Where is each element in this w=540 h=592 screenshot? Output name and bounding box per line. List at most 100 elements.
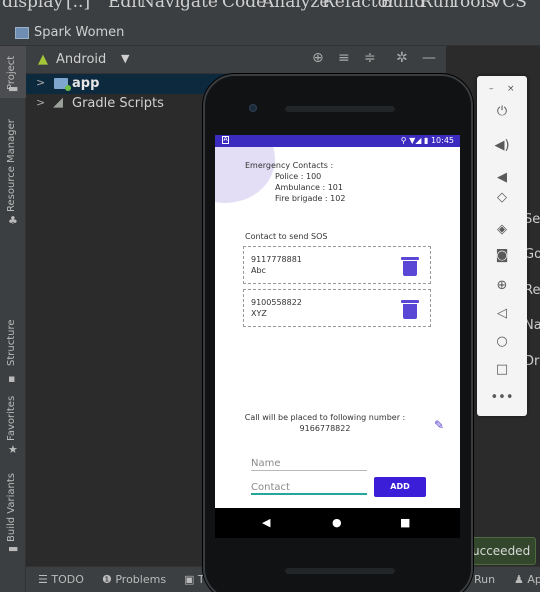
sos-section-title: Contact to send SOS	[245, 232, 328, 241]
chevron-down-icon[interactable]: ▼	[121, 52, 129, 65]
emergency-title: Emergency Contacts :	[245, 161, 334, 170]
chevron-right-icon[interactable]: >	[36, 96, 45, 109]
trash-icon[interactable]	[401, 300, 419, 319]
expand-all-icon[interactable]: ≡	[338, 50, 350, 66]
menu-item[interactable]: Tools	[450, 0, 495, 12]
build-icon: ▬	[8, 542, 19, 555]
overview-icon[interactable]: ■	[400, 516, 410, 529]
app-label: Ap	[527, 573, 540, 586]
contact-card: 9117778881 Abc	[243, 246, 431, 284]
terminal-tab[interactable]: ▣ T	[184, 573, 205, 586]
app-screen: A ⚲ ▼◢ ▮ 10:45 Emergency Contacts : Poli…	[215, 135, 460, 538]
problems-label: Problems	[115, 573, 167, 586]
zoom-icon[interactable]: ⊕	[477, 278, 527, 293]
tab-resource-manager[interactable]: Resource Manager ♣	[0, 116, 26, 227]
build-toast: ucceeded	[468, 537, 536, 565]
menu-item[interactable]: [..]	[66, 0, 90, 12]
project-panel-toolbar: ▲ Android ▼ ⊕ ≡ ≑ ✲ —	[26, 46, 446, 74]
locate-icon[interactable]: ⊕	[312, 50, 324, 66]
back-icon[interactable]: ◀	[262, 516, 270, 529]
pencil-icon[interactable]: ✎	[434, 418, 444, 432]
contact-input[interactable]	[251, 479, 367, 495]
menu-item[interactable]: Code	[222, 0, 266, 12]
menu-item[interactable]: Analyze	[262, 0, 329, 12]
home-icon[interactable]: ●	[332, 516, 342, 529]
back-icon[interactable]: ◁	[477, 306, 527, 321]
contact-card: 9100558822 XYZ	[243, 289, 431, 327]
project-icon	[15, 27, 29, 39]
trash-icon[interactable]	[401, 257, 419, 276]
structure-icon: ▪	[8, 372, 16, 385]
contact-field-wrapper	[251, 479, 367, 495]
app-inspection-tab[interactable]: ♟ Ap	[514, 573, 540, 586]
star-icon: ★	[8, 443, 18, 456]
module-folder-icon	[54, 78, 71, 91]
notification-icon: A	[222, 136, 229, 144]
project-title-bar: Spark Women	[0, 20, 540, 46]
tab-favorites[interactable]: Favorites ★	[0, 396, 26, 461]
chevron-right-icon[interactable]: >	[36, 76, 45, 89]
resource-icon: ♣	[8, 214, 18, 227]
power-icon[interactable]: ⏻	[477, 104, 527, 119]
problems-tab[interactable]: ❶ Problems	[102, 573, 166, 586]
status-bar: A ⚲ ▼◢ ▮ 10:45	[215, 135, 460, 147]
run-label: Run	[474, 573, 496, 586]
tab-resource-manager-label: Resource Manager	[6, 119, 17, 212]
menu-item[interactable]: VCS	[490, 0, 527, 12]
overview-icon[interactable]: □	[477, 362, 527, 377]
android-icon: ▲	[38, 52, 48, 67]
tab-project[interactable]: Project ▬	[0, 46, 26, 98]
status-time: 10:45	[430, 136, 454, 145]
name-input[interactable]	[251, 455, 367, 471]
earpiece	[285, 106, 395, 112]
volume-down-icon[interactable]: ◀	[477, 170, 527, 185]
menu-item[interactable]: Build	[380, 0, 425, 12]
tab-build-variants[interactable]: Build Variants ▬	[0, 473, 26, 556]
camera-icon[interactable]: ◙	[477, 248, 527, 263]
folder-icon: ▬	[8, 82, 19, 95]
contact-number: 9117778881	[251, 255, 302, 264]
todo-label: TODO	[51, 573, 84, 586]
tab-structure[interactable]: Structure ▪	[0, 319, 26, 396]
contact-number: 9100558822	[251, 298, 302, 307]
menu-item[interactable]: Edit	[108, 0, 144, 12]
bottom-speaker	[285, 568, 395, 574]
navigation-bar: ◀ ● ■	[215, 508, 460, 538]
collapse-all-icon[interactable]: ≑	[364, 50, 376, 66]
call-label: Call will be placed to following number …	[244, 413, 406, 422]
volume-up-icon[interactable]: ◀)	[477, 138, 527, 153]
close-icon[interactable]: ×	[507, 84, 515, 94]
rotate-left-icon[interactable]: ◇	[477, 190, 527, 205]
add-button[interactable]: ADD	[374, 477, 426, 497]
menu-bar: display [..] Edit Navigate Code Analyze …	[0, 0, 540, 20]
tab-build-variants-label: Build Variants	[6, 473, 17, 542]
tree-item-label: app	[72, 76, 100, 91]
emulator-controls-panel: – × ⏻ ◀) ◀ ◇ ◈ ◙ ⊕ ◁ ○ □ •••	[477, 76, 527, 416]
tab-structure-label: Structure	[6, 319, 17, 366]
todo-tab[interactable]: ☰ TODO	[38, 573, 84, 586]
police-number: Police : 100	[275, 172, 322, 181]
menu-item[interactable]: display	[2, 0, 63, 12]
more-icon[interactable]: •••	[477, 390, 527, 405]
project-name: Spark Women	[34, 25, 125, 40]
rotate-right-icon[interactable]: ◈	[477, 222, 527, 237]
home-icon[interactable]: ○	[477, 334, 527, 349]
call-number: 9166778822	[299, 424, 351, 433]
gear-icon[interactable]: ✲	[396, 50, 408, 66]
left-tool-stripe: Project ▬ Resource Manager ♣ Structure ▪…	[0, 46, 26, 592]
contact-name: XYZ	[251, 309, 267, 318]
status-right: ⚲ ▼◢ ▮ 10:45	[400, 136, 454, 145]
fire-number: Fire brigade : 102	[275, 194, 346, 203]
tree-item-label: Gradle Scripts	[72, 96, 164, 111]
toast-text: ucceeded	[472, 544, 531, 558]
tab-favorites-label: Favorites	[6, 395, 17, 441]
camera-icon	[249, 104, 257, 112]
contact-name: Abc	[251, 266, 266, 275]
view-mode-dropdown[interactable]: Android	[56, 52, 106, 67]
run-tab[interactable]: Run	[474, 573, 495, 586]
hide-icon[interactable]: —	[422, 50, 436, 66]
ambulance-number: Ambulance : 101	[275, 183, 343, 192]
minimize-icon[interactable]: –	[489, 84, 494, 94]
menu-item[interactable]: Navigate	[140, 0, 218, 12]
name-field-wrapper	[251, 455, 367, 471]
